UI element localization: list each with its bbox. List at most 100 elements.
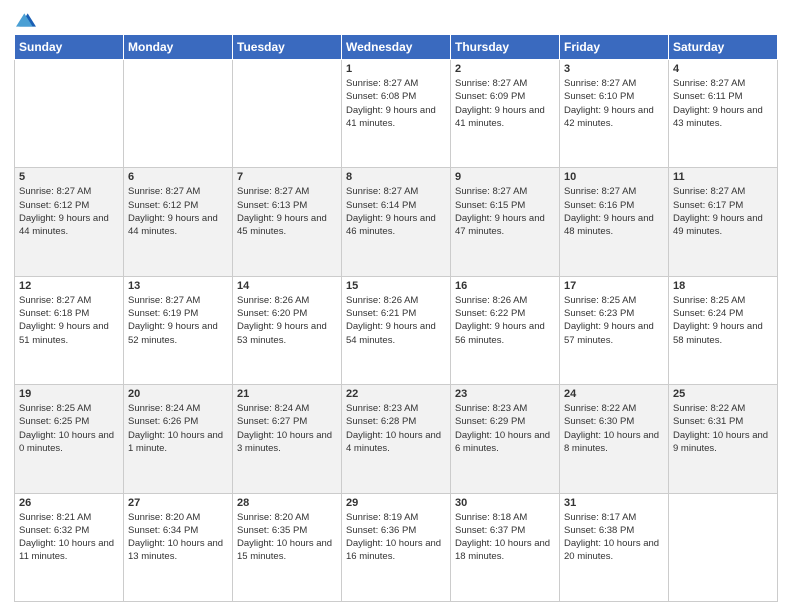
day-info: Sunrise: 8:27 AM Sunset: 6:13 PM Dayligh… bbox=[237, 185, 337, 238]
day-info: Sunrise: 8:27 AM Sunset: 6:19 PM Dayligh… bbox=[128, 294, 228, 347]
day-number: 12 bbox=[19, 280, 119, 292]
day-cell: 3Sunrise: 8:27 AM Sunset: 6:10 PM Daylig… bbox=[560, 60, 669, 168]
day-info: Sunrise: 8:20 AM Sunset: 6:35 PM Dayligh… bbox=[237, 511, 337, 564]
day-number: 1 bbox=[346, 63, 446, 75]
day-number: 17 bbox=[564, 280, 664, 292]
day-cell: 16 Sunrise: 8:26 AM Sunset: 6:22 PM Dayli… bbox=[451, 276, 560, 384]
day-info: Sunrise: 8:27 AM Sunset: 6:12 PM Dayligh… bbox=[128, 185, 228, 238]
day-info: Sunrise: 8:20 AM Sunset: 6:34 PM Dayligh… bbox=[128, 511, 228, 564]
day-cell: 7 Sunrise: 8:27 AM Sunset: 6:13 PM Daylig… bbox=[233, 168, 342, 276]
day-info: Sunrise: 8:25 AM Sunset: 6:24 PM Dayligh… bbox=[673, 294, 773, 347]
day-cell: 5 Sunrise: 8:27 AM Sunset: 6:12 PM Daylig… bbox=[15, 168, 124, 276]
day-number: 30 bbox=[455, 497, 555, 509]
day-number: 7 bbox=[237, 171, 337, 183]
day-cell: 4 Sunrise: 8:27 AM Sunset: 6:11 PM Daylig… bbox=[669, 60, 778, 168]
day-number: 23 bbox=[455, 388, 555, 400]
col-header-sunday: Sunday bbox=[15, 35, 124, 60]
header bbox=[14, 10, 778, 28]
day-number: 5 bbox=[19, 171, 119, 183]
logo-icon bbox=[16, 10, 36, 30]
day-number: 22 bbox=[346, 388, 446, 400]
week-row-4: 19 Sunrise: 8:25 AM Sunset: 6:25 PM Dayli… bbox=[15, 385, 778, 493]
day-number: 2 bbox=[455, 63, 555, 75]
day-cell bbox=[15, 60, 124, 168]
day-number: 14 bbox=[237, 280, 337, 292]
day-cell: 12 Sunrise: 8:27 AM Sunset: 6:18 PM Dayli… bbox=[15, 276, 124, 384]
day-info: Sunrise: 8:22 AM Sunset: 6:31 PM Dayligh… bbox=[673, 402, 773, 455]
day-info: Sunrise: 8:26 AM Sunset: 6:20 PM Dayligh… bbox=[237, 294, 337, 347]
day-number: 21 bbox=[237, 388, 337, 400]
day-cell: 19 Sunrise: 8:25 AM Sunset: 6:25 PM Dayli… bbox=[15, 385, 124, 493]
day-info: Sunrise: 8:23 AM Sunset: 6:29 PM Dayligh… bbox=[455, 402, 555, 455]
day-info: Sunrise: 8:26 AM Sunset: 6:22 PM Dayligh… bbox=[455, 294, 555, 347]
day-info: Sunrise: 8:27 AM Sunset: 6:11 PM Dayligh… bbox=[673, 77, 773, 130]
day-number: 15 bbox=[346, 280, 446, 292]
day-number: 6 bbox=[128, 171, 228, 183]
day-info: Sunrise: 8:25 AM Sunset: 6:23 PM Dayligh… bbox=[564, 294, 664, 347]
day-number: 29 bbox=[346, 497, 446, 509]
day-number: 27 bbox=[128, 497, 228, 509]
day-number: 19 bbox=[19, 388, 119, 400]
day-cell: 2 Sunrise: 8:27 AM Sunset: 6:09 PM Daylig… bbox=[451, 60, 560, 168]
logo bbox=[14, 10, 36, 28]
day-info: Sunrise: 8:27 AM Sunset: 6:08 PM Dayligh… bbox=[346, 77, 446, 130]
week-row-1: 1 Sunrise: 8:27 AM Sunset: 6:08 PM Daylig… bbox=[15, 60, 778, 168]
day-info: Sunrise: 8:23 AM Sunset: 6:28 PM Dayligh… bbox=[346, 402, 446, 455]
day-cell: 25 Sunrise: 8:22 AM Sunset: 6:31 PM Dayli… bbox=[669, 385, 778, 493]
day-cell: 10 Sunrise: 8:27 AM Sunset: 6:16 PM Dayli… bbox=[560, 168, 669, 276]
col-header-saturday: Saturday bbox=[669, 35, 778, 60]
week-row-2: 5 Sunrise: 8:27 AM Sunset: 6:12 PM Daylig… bbox=[15, 168, 778, 276]
day-info: Sunrise: 8:22 AM Sunset: 6:30 PM Dayligh… bbox=[564, 402, 664, 455]
day-info: Sunrise: 8:19 AM Sunset: 6:36 PM Dayligh… bbox=[346, 511, 446, 564]
day-number: 24 bbox=[564, 388, 664, 400]
day-cell bbox=[233, 60, 342, 168]
day-info: Sunrise: 8:24 AM Sunset: 6:26 PM Dayligh… bbox=[128, 402, 228, 455]
day-number: 9 bbox=[455, 171, 555, 183]
day-number: 31 bbox=[564, 497, 664, 509]
day-cell: 27 Sunrise: 8:20 AM Sunset: 6:34 PM Dayli… bbox=[124, 493, 233, 601]
day-info: Sunrise: 8:27 AM Sunset: 6:15 PM Dayligh… bbox=[455, 185, 555, 238]
day-cell bbox=[669, 493, 778, 601]
day-info: Sunrise: 8:26 AM Sunset: 6:21 PM Dayligh… bbox=[346, 294, 446, 347]
day-info: Sunrise: 8:27 AM Sunset: 6:09 PM Dayligh… bbox=[455, 77, 555, 130]
day-number: 18 bbox=[673, 280, 773, 292]
col-header-wednesday: Wednesday bbox=[342, 35, 451, 60]
day-info: Sunrise: 8:27 AM Sunset: 6:10 PM Dayligh… bbox=[564, 77, 664, 130]
day-info: Sunrise: 8:27 AM Sunset: 6:16 PM Dayligh… bbox=[564, 185, 664, 238]
week-row-3: 12 Sunrise: 8:27 AM Sunset: 6:18 PM Dayli… bbox=[15, 276, 778, 384]
calendar-header-row: SundayMondayTuesdayWednesdayThursdayFrid… bbox=[15, 35, 778, 60]
day-cell: 9 Sunrise: 8:27 AM Sunset: 6:15 PM Daylig… bbox=[451, 168, 560, 276]
day-info: Sunrise: 8:27 AM Sunset: 6:18 PM Dayligh… bbox=[19, 294, 119, 347]
day-info: Sunrise: 8:21 AM Sunset: 6:32 PM Dayligh… bbox=[19, 511, 119, 564]
col-header-friday: Friday bbox=[560, 35, 669, 60]
day-number: 28 bbox=[237, 497, 337, 509]
day-number: 25 bbox=[673, 388, 773, 400]
day-cell: 26Sunrise: 8:21 AM Sunset: 6:32 PM Dayli… bbox=[15, 493, 124, 601]
day-cell: 23 Sunrise: 8:23 AM Sunset: 6:29 PM Dayli… bbox=[451, 385, 560, 493]
day-cell: 20Sunrise: 8:24 AM Sunset: 6:26 PM Dayli… bbox=[124, 385, 233, 493]
day-info: Sunrise: 8:27 AM Sunset: 6:14 PM Dayligh… bbox=[346, 185, 446, 238]
col-header-tuesday: Tuesday bbox=[233, 35, 342, 60]
day-cell: 30Sunrise: 8:18 AM Sunset: 6:37 PM Dayli… bbox=[451, 493, 560, 601]
day-cell: 1 Sunrise: 8:27 AM Sunset: 6:08 PM Daylig… bbox=[342, 60, 451, 168]
day-number: 4 bbox=[673, 63, 773, 75]
day-info: Sunrise: 8:25 AM Sunset: 6:25 PM Dayligh… bbox=[19, 402, 119, 455]
day-cell bbox=[124, 60, 233, 168]
day-cell: 15 Sunrise: 8:26 AM Sunset: 6:21 PM Dayli… bbox=[342, 276, 451, 384]
day-cell: 18 Sunrise: 8:25 AM Sunset: 6:24 PM Dayli… bbox=[669, 276, 778, 384]
day-number: 10 bbox=[564, 171, 664, 183]
day-cell: 13 Sunrise: 8:27 AM Sunset: 6:19 PM Dayli… bbox=[124, 276, 233, 384]
day-info: Sunrise: 8:24 AM Sunset: 6:27 PM Dayligh… bbox=[237, 402, 337, 455]
day-cell: 17 Sunrise: 8:25 AM Sunset: 6:23 PM Dayli… bbox=[560, 276, 669, 384]
day-info: Sunrise: 8:27 AM Sunset: 6:12 PM Dayligh… bbox=[19, 185, 119, 238]
col-header-monday: Monday bbox=[124, 35, 233, 60]
day-number: 13 bbox=[128, 280, 228, 292]
day-info: Sunrise: 8:27 AM Sunset: 6:17 PM Dayligh… bbox=[673, 185, 773, 238]
day-number: 8 bbox=[346, 171, 446, 183]
page: SundayMondayTuesdayWednesdayThursdayFrid… bbox=[0, 0, 792, 612]
day-number: 11 bbox=[673, 171, 773, 183]
day-cell: 22 Sunrise: 8:23 AM Sunset: 6:28 PM Dayli… bbox=[342, 385, 451, 493]
day-cell: 21 Sunrise: 8:24 AM Sunset: 6:27 PM Dayli… bbox=[233, 385, 342, 493]
day-cell: 8 Sunrise: 8:27 AM Sunset: 6:14 PM Daylig… bbox=[342, 168, 451, 276]
day-number: 16 bbox=[455, 280, 555, 292]
